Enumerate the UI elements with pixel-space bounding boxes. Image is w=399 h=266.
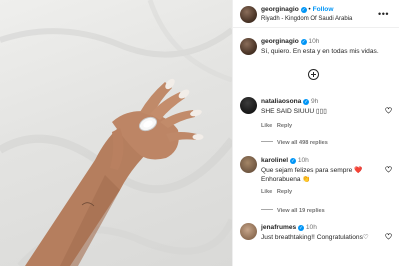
comment-item: karolinel ✓ 10h Que sejam felizes para s… — [240, 156, 395, 216]
replies-line — [261, 141, 273, 142]
heart-icon[interactable] — [385, 166, 392, 173]
caption-header: georginagio ✓ 10h — [261, 38, 395, 46]
comment-text: Que sejam felizes para sempre ❤️ — [261, 167, 363, 174]
comment-text: SHE SAID SIUUU ▯▯▯ — [261, 108, 327, 115]
verified-badge-icon: ✓ — [298, 224, 305, 231]
comment-time: 9h — [311, 98, 319, 105]
comment-actions: Like Reply — [261, 188, 395, 196]
comment-username[interactable]: nataliaosona — [261, 98, 301, 105]
post-header: georginagio ✓ • Follow Riyadh - Kingdom … — [240, 5, 395, 25]
comment-actions: Like Reply — [261, 122, 395, 130]
caption-time: 10h — [308, 38, 320, 45]
comment-avatar[interactable] — [240, 223, 257, 240]
heart-icon[interactable] — [385, 107, 392, 114]
verified-badge-icon: ✓ — [300, 6, 307, 13]
follow-button[interactable]: Follow — [313, 6, 334, 13]
header-divider — [233, 27, 399, 28]
comment-text-line2: Enhorabuena 👏 — [261, 176, 311, 183]
post-location[interactable]: Riyadh - Kingdom Of Saudi Arabia — [261, 15, 395, 23]
plus-circle-icon[interactable] — [308, 69, 319, 80]
view-replies[interactable]: View all 498 replies — [261, 139, 395, 147]
separator-dot: • — [308, 6, 311, 13]
verified-badge-icon: ✓ — [289, 157, 296, 164]
verified-badge-icon: ✓ — [300, 38, 307, 45]
verified-badge-icon: ✓ — [303, 98, 310, 105]
post-username[interactable]: georginagio — [261, 6, 299, 13]
like-link[interactable]: Like — [261, 189, 272, 195]
post-photo — [0, 0, 232, 266]
caption-text: Sí, quiero. En esta y en todas mis vidas… — [261, 48, 379, 55]
post-details-panel: georginagio ✓ • Follow Riyadh - Kingdom … — [232, 0, 399, 266]
caption-block: georginagio ✓ 10h Sí, quiero. En esta y … — [240, 38, 395, 68]
comment-item: jenafrumes ✓ 10h Just breathtaking!! Con… — [240, 223, 395, 253]
comment-username[interactable]: karolinel — [261, 157, 288, 164]
comment-avatar[interactable] — [240, 97, 257, 114]
view-replies-label[interactable]: View all 498 replies — [277, 140, 328, 146]
view-replies-label[interactable]: View all 19 replies — [277, 208, 325, 214]
like-link[interactable]: Like — [261, 123, 272, 129]
photo-illustration — [0, 0, 232, 266]
heart-icon[interactable] — [385, 233, 392, 240]
replies-line — [261, 209, 273, 210]
view-replies[interactable]: View all 19 replies — [261, 207, 395, 215]
comment-header: karolinel ✓ 10h — [261, 157, 395, 165]
header-text: georginagio ✓ • Follow — [261, 6, 395, 14]
comment-text: Just breathtaking!! Congratulations♡ — [261, 234, 369, 241]
comment-time: 10h — [305, 224, 317, 231]
avatar[interactable] — [240, 6, 257, 23]
reply-link[interactable]: Reply — [277, 189, 292, 195]
comment-header: nataliaosona ✓ 9h — [261, 98, 395, 106]
caption-avatar[interactable] — [240, 38, 257, 55]
caption-username[interactable]: georginagio — [261, 38, 299, 45]
comment-avatar[interactable] — [240, 156, 257, 173]
comment-username[interactable]: jenafrumes — [261, 224, 296, 231]
reply-link[interactable]: Reply — [277, 123, 292, 129]
comment-time: 10h — [297, 157, 309, 164]
comment-item: nataliaosona ✓ 9h SHE SAID SIUUU ▯▯▯ Lik… — [240, 97, 395, 157]
comment-header: jenafrumes ✓ 10h — [261, 224, 395, 232]
more-options-icon[interactable]: ••• — [378, 10, 389, 19]
